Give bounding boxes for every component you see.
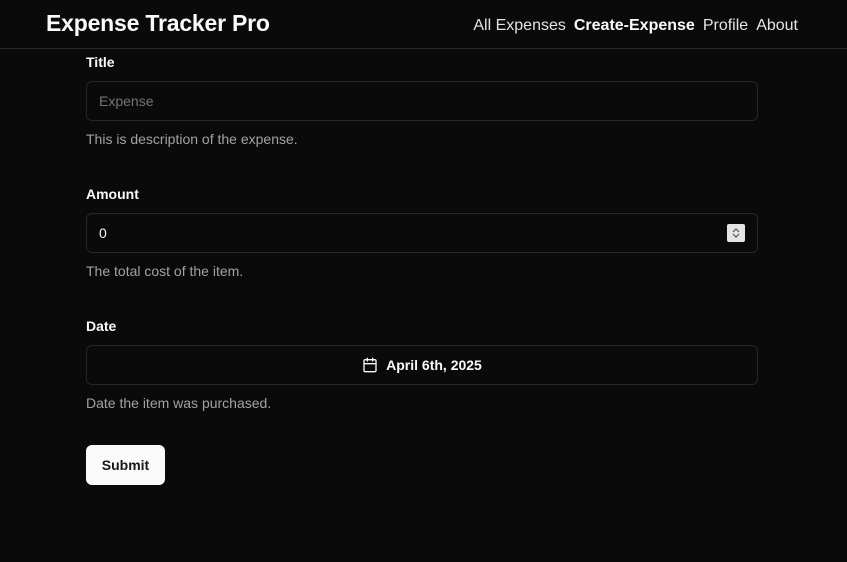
calendar-icon [363,357,377,373]
amount-field: Amount 0 The total cost of the item. [86,184,758,279]
amount-description: The total cost of the item. [86,263,244,279]
title-input[interactable] [86,81,758,121]
nav-links: All Expenses Create-Expense Profile Abou… [473,17,798,35]
date-value: April 6th, 2025 [386,357,482,373]
title-description: This is description of the expense. [86,131,298,147]
date-picker-button[interactable]: April 6th, 2025 [86,345,758,385]
title-field: Title This is description of the expense… [86,52,758,147]
title-label: Title [86,54,115,70]
date-description: Date the item was purchased. [86,395,272,411]
amount-value: 0 [99,225,107,241]
date-field: Date April 6th, 2025 Date the item was p… [86,316,758,411]
nav-item-profile[interactable]: Profile [703,17,748,35]
nav-item-create-expense[interactable]: Create-Expense [574,17,695,35]
amount-stepper[interactable] [727,224,745,242]
nav-item-about[interactable]: About [756,17,798,35]
amount-input[interactable]: 0 [86,213,758,253]
submit-button[interactable]: Submit [86,445,165,485]
date-label: Date [86,318,117,334]
app-title[interactable]: Expense Tracker Pro [46,10,270,37]
nav-item-all-expenses[interactable]: All Expenses [473,17,566,35]
navbar: Expense Tracker Pro All Expenses Create-… [0,0,847,49]
chevron-down-icon [732,233,740,238]
amount-label: Amount [86,186,139,202]
